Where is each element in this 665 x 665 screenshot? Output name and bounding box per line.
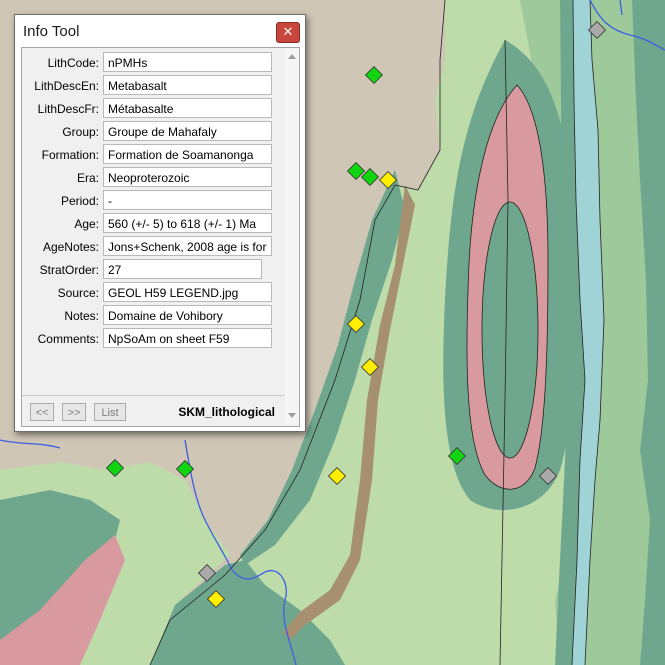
field-row-group: Group: Groupe de Mahafaly (22, 121, 285, 143)
window-title: Info Tool (23, 23, 80, 40)
previous-record-button[interactable]: << (30, 403, 54, 421)
field-label: Comments: (37, 332, 99, 346)
field-value[interactable]: Métabasalte (103, 98, 272, 118)
field-label: Group: (62, 125, 99, 139)
field-row-source: Source: GEOL H59 LEGEND.jpg (22, 282, 285, 304)
field-row-age: Age: 560 (+/- 5) to 618 (+/- 1) Ma (22, 213, 285, 235)
attribute-fields: LithCode: nPMHs LithDescEn: Metabasalt Lit… (22, 48, 285, 396)
navigation-footer: << >> List SKM_lithological (22, 395, 285, 426)
field-label: LithDescFr: (37, 102, 99, 116)
field-row-notes: Notes: Domaine de Vohibory (22, 305, 285, 327)
vertical-scrollbar[interactable] (285, 48, 299, 424)
field-value[interactable]: NpSoAm on sheet F59 (103, 328, 272, 348)
next-record-button[interactable]: >> (62, 403, 86, 421)
field-label: Notes: (64, 309, 99, 323)
field-row-formation: Formation: Formation de Soamanonga (22, 144, 285, 166)
field-row-agenotes: AgeNotes: Jons+Schenk, 2008 age is for (22, 236, 285, 258)
close-button[interactable]: ✕ (276, 22, 300, 43)
list-button[interactable]: List (94, 403, 126, 421)
field-label: AgeNotes: (42, 240, 99, 254)
field-value[interactable]: nPMHs (103, 52, 272, 72)
field-value[interactable]: - (103, 190, 272, 210)
field-value[interactable]: Metabasalt (103, 75, 272, 95)
scroll-up-arrow-icon[interactable] (288, 54, 296, 59)
close-icon: ✕ (282, 25, 294, 40)
field-label: Source: (57, 286, 99, 300)
field-value[interactable]: Neoproterozoic (103, 167, 272, 187)
field-value[interactable]: Domaine de Vohibory (103, 305, 272, 325)
field-value[interactable]: Groupe de Mahafaly (103, 121, 272, 141)
field-label: Age: (74, 217, 99, 231)
attribute-panel: LithCode: nPMHs LithDescEn: Metabasalt Lit… (21, 47, 300, 427)
field-value[interactable]: 560 (+/- 5) to 618 (+/- 1) Ma (103, 213, 272, 233)
field-row-comments: Comments: NpSoAm on sheet F59 (22, 328, 285, 350)
layer-name: SKM_lithological (178, 405, 275, 419)
field-row-stratorder: StratOrder: 27 (22, 259, 285, 281)
field-label: LithDescEn: (34, 79, 99, 93)
field-row-era: Era: Neoproterozoic (22, 167, 285, 189)
field-value[interactable]: 27 (103, 259, 262, 279)
title-bar[interactable]: Info Tool ✕ (15, 15, 305, 47)
field-label: Era: (76, 171, 99, 185)
field-value[interactable]: Formation de Soamanonga (103, 144, 272, 164)
field-label: Period: (60, 194, 99, 208)
info-tool-window[interactable]: Info Tool ✕ LithCode: nPMHs LithDescEn: Me… (14, 14, 306, 432)
field-row-lithdescfr: LithDescFr: Métabasalte (22, 98, 285, 120)
field-row-lithcode: LithCode: nPMHs (22, 52, 285, 74)
scroll-down-arrow-icon[interactable] (288, 413, 296, 418)
field-value[interactable]: GEOL H59 LEGEND.jpg (103, 282, 272, 302)
field-label: StratOrder: (39, 263, 99, 277)
field-label: Formation: (41, 148, 99, 162)
field-row-period: Period: - (22, 190, 285, 212)
field-label: LithCode: (47, 56, 99, 70)
field-row-lithdescen: LithDescEn: Metabasalt (22, 75, 285, 97)
field-value[interactable]: Jons+Schenk, 2008 age is for (103, 236, 272, 256)
